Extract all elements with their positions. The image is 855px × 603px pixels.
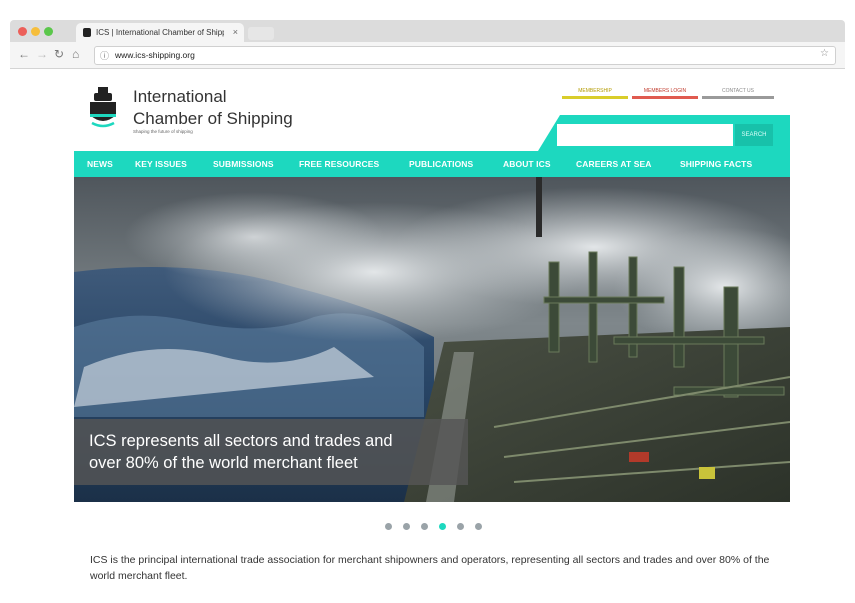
carousel-dot-active[interactable] xyxy=(439,523,446,530)
nav-item-key-issues[interactable]: KEY ISSUES xyxy=(135,151,187,177)
new-tab-button[interactable] xyxy=(248,27,274,40)
tagline: Shaping the future of shipping xyxy=(133,129,193,134)
browser-tab[interactable]: ICS | International Chamber of Shipping … xyxy=(76,23,244,42)
site-info-icon[interactable]: ⓘ xyxy=(100,49,109,62)
nav-item-careers-at-sea[interactable]: CAREERS AT SEA xyxy=(576,151,652,177)
search-button[interactable]: SEARCH xyxy=(735,124,773,146)
back-arrow-icon[interactable]: ← xyxy=(18,47,30,61)
browser-toolbar: ← → ↻ ⌂ ⓘ www.ics-shipping.org ☆ xyxy=(10,42,845,69)
close-window-button[interactable] xyxy=(18,27,27,36)
url-text[interactable]: www.ics-shipping.org xyxy=(115,50,195,60)
forward-arrow-icon[interactable]: → xyxy=(36,47,48,61)
org-name[interactable]: International Chamber of Shipping xyxy=(133,86,293,130)
org-name-line-1: International xyxy=(133,87,227,106)
carousel-dot[interactable] xyxy=(421,523,428,530)
contact-us-link[interactable]: CONTACT US xyxy=(702,86,774,99)
tab-title: ICS | International Chamber of Shipping xyxy=(96,28,224,37)
nav-item-free-resources[interactable]: FREE RESOURCES xyxy=(299,151,379,177)
carousel-dot[interactable] xyxy=(403,523,410,530)
browser-window-chrome: ICS | International Chamber of Shipping … xyxy=(10,20,845,69)
carousel-dot[interactable] xyxy=(457,523,464,530)
reload-icon[interactable]: ↻ xyxy=(54,47,64,61)
main-navigation: NEWS KEY ISSUES SUBMISSIONS FREE RESOURC… xyxy=(74,151,790,177)
tab-close-icon[interactable]: × xyxy=(233,23,238,42)
bookmark-star-icon[interactable]: ☆ xyxy=(820,48,829,59)
favicon-icon xyxy=(83,28,91,37)
minimize-window-button[interactable] xyxy=(31,27,40,36)
ship-bow-icon[interactable] xyxy=(88,87,118,129)
maximize-window-button[interactable] xyxy=(44,27,53,36)
hero-caption: ICS represents all sectors and trades an… xyxy=(74,419,468,485)
hero-caption-line-1: ICS represents all sectors and trades an… xyxy=(89,432,393,450)
nav-item-about-ics[interactable]: ABOUT ICS xyxy=(503,151,551,177)
nav-item-shipping-facts[interactable]: SHIPPING FACTS xyxy=(680,151,752,177)
tab-strip: ICS | International Chamber of Shipping … xyxy=(10,20,845,42)
org-name-line-2: Chamber of Shipping xyxy=(133,109,293,128)
carousel-dot[interactable] xyxy=(475,523,482,530)
hero-caption-line-2: over 80% of the world merchant fleet xyxy=(89,454,358,472)
nav-item-submissions[interactable]: SUBMISSIONS xyxy=(213,151,274,177)
carousel-dot[interactable] xyxy=(385,523,392,530)
nav-item-news[interactable]: NEWS xyxy=(87,151,113,177)
members-login-link[interactable]: MEMBERS LOGIN xyxy=(632,86,698,99)
home-icon[interactable]: ⌂ xyxy=(72,47,79,61)
search-input[interactable] xyxy=(557,124,733,146)
carousel-dots xyxy=(385,523,485,533)
membership-link[interactable]: MEMBERSHIP xyxy=(562,86,628,99)
hero-caption-text: ICS represents all sectors and trades an… xyxy=(89,430,469,474)
address-bar[interactable]: ⓘ www.ics-shipping.org ☆ xyxy=(94,46,836,65)
nav-item-publications[interactable]: PUBLICATIONS xyxy=(409,151,473,177)
intro-paragraph: ICS is the principal international trade… xyxy=(90,554,770,582)
